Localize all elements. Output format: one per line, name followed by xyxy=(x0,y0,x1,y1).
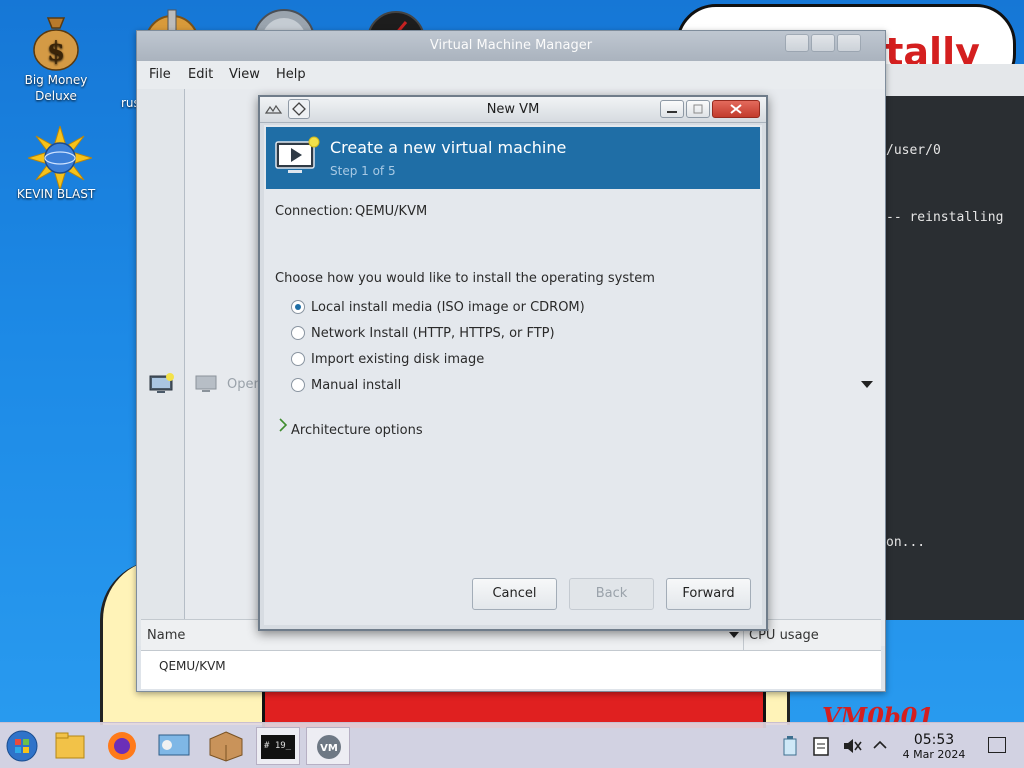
radio-local-install[interactable] xyxy=(291,300,305,314)
back-button[interactable]: Back xyxy=(569,578,654,610)
package-taskbar-icon[interactable] xyxy=(204,727,248,765)
expander-chevron-icon[interactable] xyxy=(278,418,288,432)
minimize-button[interactable] xyxy=(660,100,684,118)
clipboard-tray-icon[interactable] xyxy=(812,735,830,757)
svg-text:VM: VM xyxy=(320,743,338,754)
new-vm-toolbar-icon[interactable] xyxy=(149,373,175,395)
new-vm-monitor-icon xyxy=(274,136,320,178)
desktop-icon-label: KEVIN BLAST xyxy=(16,187,96,201)
firefox-taskbar-icon[interactable] xyxy=(100,727,144,765)
terminal-line: -- reinstalling xyxy=(886,210,1004,225)
terminal-taskbar-label: # 19_ xyxy=(261,735,295,759)
control-panel-taskbar-icon[interactable] xyxy=(152,727,196,765)
option-label[interactable]: Manual install xyxy=(311,378,401,393)
header-step: Step 1 of 5 xyxy=(330,164,396,178)
vmm-toolbar-side xyxy=(137,89,185,646)
open-button-label[interactable]: Open xyxy=(227,377,262,392)
chevron-up-icon[interactable] xyxy=(872,737,888,753)
taskbar: # 19_ VM xyxy=(0,722,1024,768)
dialog-header-banner: Create a new virtual machine Step 1 of 5 xyxy=(266,127,760,189)
list-item[interactable]: QEMU/KVM xyxy=(159,659,226,673)
radio-import-disk[interactable] xyxy=(291,352,305,366)
start-button[interactable] xyxy=(0,727,44,765)
menu-file[interactable]: File xyxy=(149,67,171,82)
terminal-line: /user/0 xyxy=(886,143,941,158)
install-prompt: Choose how you would like to install the… xyxy=(275,271,655,286)
connection-label: Connection: xyxy=(275,204,353,219)
file-manager-taskbar-icon[interactable] xyxy=(48,727,92,765)
option-label[interactable]: Local install media (ISO image or CDROM) xyxy=(311,300,585,315)
terminal-header xyxy=(883,64,1024,96)
sort-arrow-icon[interactable] xyxy=(729,632,739,638)
header-title: Create a new virtual machine xyxy=(330,138,567,157)
show-desktop-button[interactable] xyxy=(988,737,1006,753)
dialog-body: Create a new virtual machine Step 1 of 5… xyxy=(264,125,762,625)
desktop-icon-big-money-deluxe[interactable]: $ Big Money Deluxe xyxy=(6,12,106,104)
close-button[interactable] xyxy=(837,34,861,52)
battery-tray-icon[interactable] xyxy=(780,735,800,757)
menu-edit[interactable]: Edit xyxy=(188,67,213,82)
vm-list: QEMU/KVM xyxy=(141,651,881,689)
svg-text:$: $ xyxy=(47,37,65,67)
column-name[interactable]: Name xyxy=(147,628,185,643)
open-vm-icon[interactable] xyxy=(195,374,217,394)
radio-manual-install[interactable] xyxy=(291,378,305,392)
virt-manager-taskbar-icon[interactable]: VM xyxy=(306,727,350,765)
connection-value: QEMU/KVM xyxy=(355,204,428,219)
option-label[interactable]: Import existing disk image xyxy=(311,352,484,367)
desktop-icon-kevin-blast[interactable]: KEVIN BLAST xyxy=(6,124,106,202)
volume-muted-icon[interactable] xyxy=(842,735,862,757)
architecture-options-expander[interactable]: Architecture options xyxy=(291,423,423,438)
maximize-button[interactable] xyxy=(811,34,835,52)
menu-help[interactable]: Help xyxy=(276,67,306,82)
globe-burst-icon xyxy=(26,124,94,192)
clock-time[interactable]: 05:53 xyxy=(904,732,964,748)
cancel-button[interactable]: Cancel xyxy=(472,578,557,610)
maximize-button[interactable] xyxy=(686,100,710,118)
vmm-title: Virtual Machine Manager xyxy=(429,38,593,53)
menubar: File Edit View Help xyxy=(137,61,885,89)
dialog-titlebar[interactable]: New VM xyxy=(260,97,766,123)
option-label[interactable]: Network Install (HTTP, HTTPS, or FTP) xyxy=(311,326,555,341)
vmm-titlebar[interactable]: Virtual Machine Manager xyxy=(137,31,885,61)
desktop-icon-label: Big Money Deluxe xyxy=(24,73,88,103)
money-bag-icon: $ xyxy=(28,12,84,71)
dropdown-arrow-icon[interactable] xyxy=(861,381,873,388)
terminal-line: on... xyxy=(886,535,926,550)
clock-date[interactable]: 4 Mar 2024 xyxy=(894,748,974,761)
forward-button[interactable]: Forward xyxy=(666,578,751,610)
menu-view[interactable]: View xyxy=(229,67,260,82)
minimize-button[interactable] xyxy=(785,34,809,52)
close-button[interactable] xyxy=(712,100,760,118)
terminal-taskbar-icon[interactable]: # 19_ xyxy=(256,727,300,765)
new-vm-dialog[interactable]: New VM Create a new virtual machine Step… xyxy=(258,95,768,631)
radio-network-install[interactable] xyxy=(291,326,305,340)
